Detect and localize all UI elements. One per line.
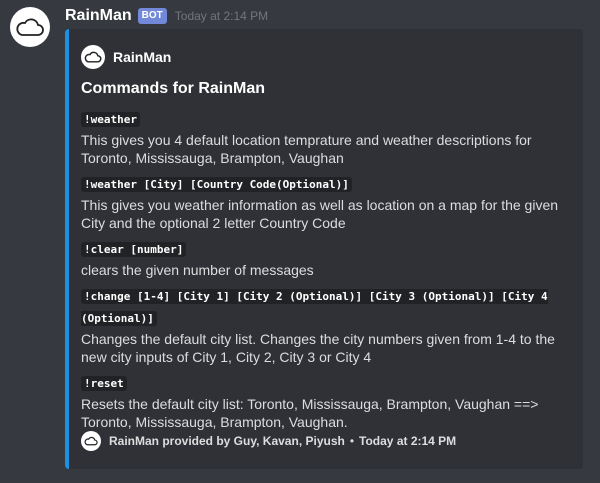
footer-text: RainMan provided by Guy, Kavan, Piyush — [109, 434, 345, 448]
embed-field: !weather This gives you 4 default locati… — [81, 108, 569, 167]
embed-field: !clear [number] clears the given number … — [81, 238, 569, 279]
command-code: !weather [City] [Country Code(Optional)] — [81, 177, 352, 192]
footer-avatar — [81, 431, 101, 451]
embed-fields: !weather This gives you 4 default locati… — [81, 108, 569, 431]
embed-author-avatar — [81, 45, 105, 69]
field-description: This gives you weather information as we… — [81, 197, 559, 231]
bot-tag-badge: BOT — [137, 8, 167, 24]
embed-card: RainMan Commands for RainMan !weather Th… — [65, 29, 583, 469]
field-description: Changes the default city list. Changes t… — [81, 331, 555, 365]
embed-title: Commands for RainMan — [81, 80, 266, 97]
embed-author-name: RainMan — [113, 49, 172, 65]
field-description: clears the given number of messages — [81, 262, 314, 278]
footer-timestamp: Today at 2:14 PM — [359, 434, 457, 448]
command-code: !reset — [81, 376, 127, 391]
cloud-icon — [84, 436, 98, 446]
field-description: Resets the default city list: Toronto, M… — [81, 396, 539, 430]
field-command: !weather [City] [Country Code(Optional)] — [81, 173, 569, 195]
bot-avatar[interactable] — [10, 7, 50, 47]
cloud-icon — [84, 51, 102, 63]
embed-footer: RainMan provided by Guy, Kavan, Piyush •… — [81, 431, 456, 451]
embed-field: !reset Resets the default city list: Tor… — [81, 372, 569, 431]
command-code: !clear [number] — [81, 242, 187, 257]
field-command: !change [1-4] [City 1] [City 2 (Optional… — [81, 285, 569, 329]
footer-separator: • — [349, 434, 355, 448]
message-author-name[interactable]: RainMan — [65, 7, 132, 25]
field-command: !reset — [81, 372, 569, 394]
embed-author: RainMan — [81, 44, 569, 70]
field-command: !weather — [81, 108, 569, 130]
command-code: !weather — [81, 112, 140, 127]
message-timestamp[interactable]: Today at 2:14 PM — [175, 9, 268, 23]
message-header: RainMan BOT Today at 2:14 PM — [65, 7, 268, 25]
embed-field: !weather [City] [Country Code(Optional)]… — [81, 173, 569, 232]
field-command: !clear [number] — [81, 238, 569, 260]
embed-field: !change [1-4] [City 1] [City 2 (Optional… — [81, 285, 569, 366]
command-code: !change [1-4] [City 1] [City 2 (Optional… — [81, 289, 548, 326]
cloud-icon — [16, 18, 44, 36]
field-description: This gives you 4 default location tempra… — [81, 132, 532, 166]
